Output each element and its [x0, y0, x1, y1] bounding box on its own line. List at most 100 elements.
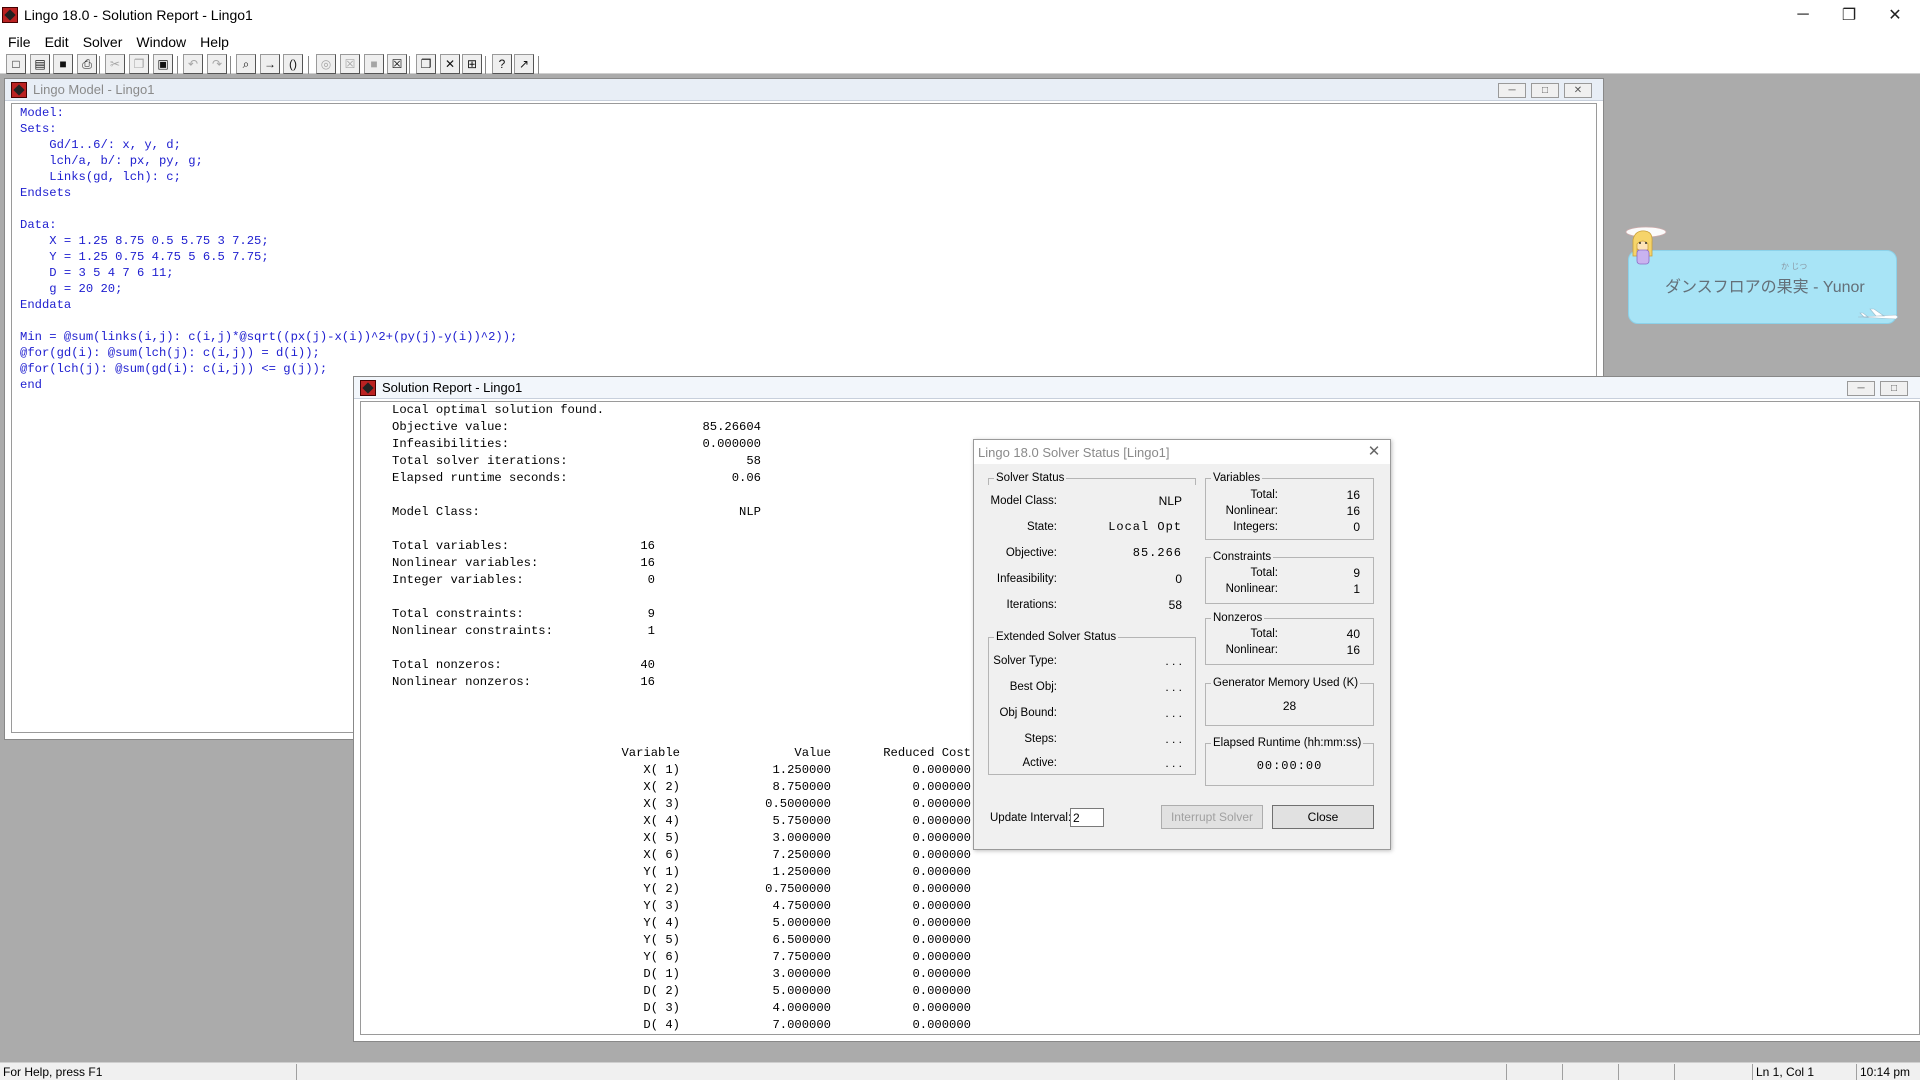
minimize-icon[interactable]: ─: [1780, 0, 1826, 30]
total-variables-label: Total variables:: [392, 539, 510, 553]
toolbar-separator: [99, 56, 100, 74]
restore-icon[interactable]: ❐: [1826, 0, 1872, 30]
solver-iterations-label: Total solver iterations:: [392, 454, 568, 468]
toolbar: □ ▤ ■ ⎙ ✂ ❐ ▣ ↶ ↷ ⌕ →() ◎ ☒ ■ ☒ ❐ ✕ ⊞? ↗: [0, 54, 1920, 74]
iterations-value: 58: [1168, 598, 1182, 612]
model-class-label: Model Class:: [392, 505, 480, 519]
undo-icon[interactable]: ↶: [183, 54, 203, 74]
constraints-total-label: Total:: [1250, 567, 1279, 579]
menu-file[interactable]: File: [0, 34, 38, 50]
close-button[interactable]: Close: [1272, 805, 1374, 829]
constraints-total-value: 9: [1353, 566, 1360, 580]
airplane-icon: [1857, 308, 1899, 320]
song-title: ダンスフロアの果実 - Yunor: [1665, 279, 1865, 296]
status-blank-1: [296, 1064, 1506, 1080]
cursor-position: Ln 1, Col 1: [1752, 1064, 1856, 1080]
toolbar-separator: [485, 56, 486, 74]
objective-value: 85.266: [1132, 546, 1182, 560]
update-interval-label: Update Interval:: [990, 812, 1072, 824]
total-constraints-value: 9: [647, 607, 655, 621]
save-icon[interactable]: ■: [53, 54, 73, 74]
status-blank-5: [1674, 1064, 1730, 1080]
reduced-cost: 0.000000: [912, 797, 971, 811]
maximize-icon[interactable]: □: [1880, 381, 1908, 396]
integer-variables-value: 0: [647, 573, 655, 587]
variable-value: 4.000000: [772, 1001, 831, 1015]
variable-value: 7.250000: [772, 848, 831, 862]
interrupt-icon[interactable]: ☒: [340, 54, 360, 74]
reduced-cost: 0.000000: [912, 899, 971, 913]
variable-value: 4.750000: [772, 899, 831, 913]
variable-name: X( 2): [643, 780, 680, 794]
menu-solver[interactable]: Solver: [76, 34, 130, 50]
menu-help[interactable]: Help: [193, 34, 236, 50]
elapsed-runtime-label: Elapsed runtime seconds:: [392, 471, 568, 485]
match-paren-icon[interactable]: (): [283, 54, 303, 74]
variable-name: Y( 5): [643, 933, 680, 947]
close-icon[interactable]: ✕: [1364, 442, 1384, 462]
status-bar: For Help, press F1 Ln 1, Col 1 10:14 pm: [0, 1062, 1920, 1080]
reduced-cost: 0.000000: [912, 950, 971, 964]
reduced-cost: 0.000000: [912, 1001, 971, 1015]
variable-name: Y( 4): [643, 916, 680, 930]
app-title: Lingo 18.0 - Solution Report - Lingo1: [24, 7, 253, 23]
help-hint: For Help, press F1: [3, 1065, 103, 1079]
constraints-nonlinear-label: Nonlinear:: [1225, 583, 1278, 595]
status-blank-4: [1618, 1064, 1674, 1080]
nonzeros-nonlinear-value: 16: [1346, 643, 1360, 657]
print-icon[interactable]: ⎙: [77, 54, 97, 74]
lingo-model-icon: [11, 81, 27, 98]
elapsed-runtime-group: Elapsed Runtime (hh:mm:ss) 00:00:00: [1205, 736, 1374, 786]
context-help-icon[interactable]: ↗: [514, 54, 534, 74]
help-icon[interactable]: ?: [492, 54, 512, 74]
close-windows-icon[interactable]: ✕: [440, 54, 460, 74]
copy-icon[interactable]: ❐: [129, 54, 149, 74]
toolbar-separator: [177, 56, 178, 74]
variables-total-value: 16: [1346, 488, 1360, 502]
status-blank-3: [1562, 1064, 1618, 1080]
total-constraints-label: Total constraints:: [392, 607, 524, 621]
close-icon[interactable]: ✕: [1564, 83, 1592, 98]
solve-icon[interactable]: ◎: [316, 54, 336, 74]
variable-value: 0.5000000: [765, 797, 831, 811]
toolbar-separator: [409, 56, 410, 74]
steps-value: . . .: [1165, 732, 1182, 746]
tile-icon[interactable]: ⊞: [462, 54, 482, 74]
elapsed-runtime-value: 0.06: [731, 471, 761, 485]
dialog-title-bar: Lingo 18.0 Solver Status [Lingo1] ✕: [974, 440, 1390, 464]
solver-status-label: Solver Status: [994, 471, 1067, 485]
nonlinear-constraints-value: 1: [647, 624, 655, 638]
redo-icon[interactable]: ↷: [207, 54, 227, 74]
infeasibilities-value: 0.000000: [702, 437, 761, 451]
interrupt-solver-button[interactable]: Interrupt Solver: [1161, 805, 1263, 829]
report-header: Local optimal solution found.: [392, 403, 605, 417]
reduced-cost: 0.000000: [912, 814, 971, 828]
variable-name: D( 4): [643, 1018, 680, 1032]
close-all-icon[interactable]: ☒: [387, 54, 407, 74]
find-icon[interactable]: ⌕: [236, 54, 256, 74]
nonlinear-nonzeros-label: Nonlinear nonzeros:: [392, 675, 531, 689]
menu-edit[interactable]: Edit: [38, 34, 76, 50]
active-label: Active:: [1022, 757, 1057, 769]
toolbar-separator: [308, 56, 309, 74]
send-to-back-icon[interactable]: ❐: [416, 54, 436, 74]
goto-line-icon[interactable]: →: [260, 54, 280, 74]
paste-icon[interactable]: ▣: [153, 54, 173, 74]
update-interval-input[interactable]: [1070, 808, 1104, 827]
close-icon[interactable]: ✕: [1872, 0, 1918, 30]
new-icon[interactable]: □: [6, 54, 26, 74]
open-icon[interactable]: ▤: [30, 54, 50, 74]
stop-icon[interactable]: ■: [364, 54, 384, 74]
variable-value: 5.000000: [772, 984, 831, 998]
objective-value-value: 85.26604: [702, 420, 761, 434]
model-window-title: Lingo Model - Lingo1: [33, 82, 155, 97]
minimize-icon[interactable]: ─: [1847, 381, 1875, 396]
iterations-label: Iterations:: [1006, 599, 1058, 611]
extended-status-label: Extended Solver Status: [994, 630, 1119, 644]
cut-icon[interactable]: ✂: [105, 54, 125, 74]
constraints-nonlinear-value: 1: [1353, 582, 1360, 596]
minimize-icon[interactable]: ─: [1498, 83, 1526, 98]
menu-window[interactable]: Window: [129, 34, 193, 50]
maximize-icon[interactable]: □: [1531, 83, 1559, 98]
reduced-cost: 0.000000: [912, 1018, 971, 1032]
